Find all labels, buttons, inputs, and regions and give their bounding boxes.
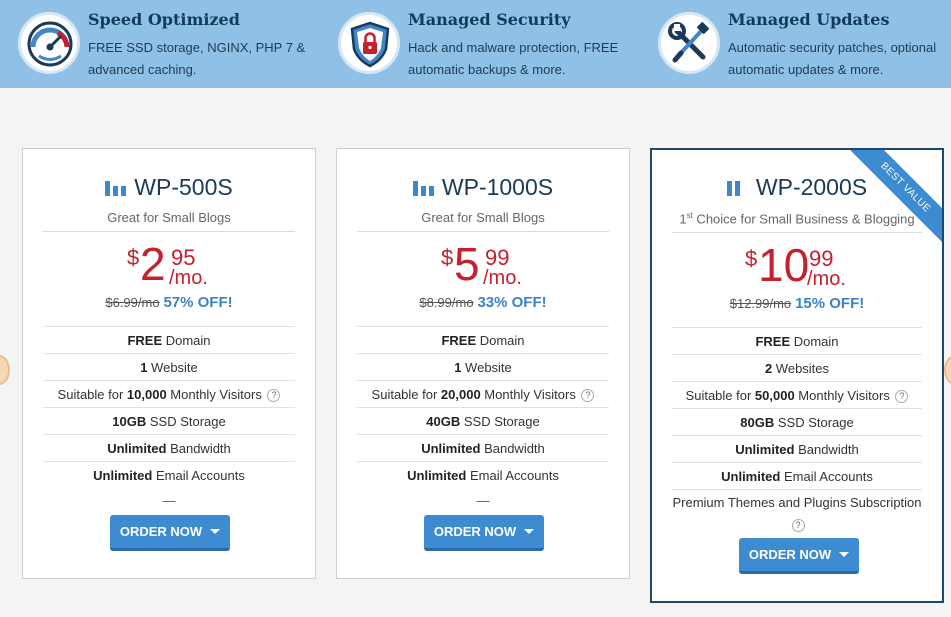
plan-card-wp-1000s: WP-1000S Great for Small Blogs $ 5 99 /m… xyxy=(336,148,630,579)
help-icon[interactable]: ? xyxy=(791,519,805,532)
plan-tagline: 1st Choice for Small Business & Blogging xyxy=(672,211,922,234)
plan-price: $ 10 99 /mo. xyxy=(652,240,942,294)
plan-price: $ 5 99 /mo. xyxy=(337,239,629,293)
discount-percent: 33% OFF! xyxy=(477,294,547,311)
feature-websites: 1 Website xyxy=(43,353,295,380)
plan-title: WP-1000S xyxy=(337,174,629,201)
price-currency: $ xyxy=(127,245,140,270)
price-currency: $ xyxy=(745,246,758,271)
bar-chart-icon xyxy=(105,181,127,196)
plan-discount: $12.99/mo 15% OFF! xyxy=(652,295,942,312)
discount-percent: 57% OFF! xyxy=(163,294,233,311)
plan-discount: $8.99/mo 33% OFF! xyxy=(337,294,629,311)
feature-description: Automatic security patches, optional aut… xyxy=(728,40,937,77)
feature-domain: FREE Domain xyxy=(672,327,922,354)
help-icon[interactable]: ? xyxy=(895,390,909,403)
features-banner: Speed Optimized FREE SSD storage, NGINX,… xyxy=(0,0,951,88)
wrench-screwdriver-icon xyxy=(658,12,720,74)
plan-name: WP-1000S xyxy=(441,174,554,200)
feature-websites: 1 Website xyxy=(357,353,609,380)
plan-tagline: Great for Small Blogs xyxy=(43,210,295,232)
feature-email: Unlimited Email Accounts xyxy=(357,461,609,488)
bar-chart-icon xyxy=(726,181,748,196)
feature-domain: FREE Domain xyxy=(43,326,295,353)
feature-speed: Speed Optimized FREE SSD storage, NGINX,… xyxy=(18,10,318,80)
carousel-next-arrow[interactable] xyxy=(944,355,951,385)
old-price: $8.99/mo xyxy=(419,295,474,310)
feature-title: Speed Optimized xyxy=(88,10,240,29)
feature-email: Unlimited Email Accounts xyxy=(672,462,922,489)
feature-description: Hack and malware protection, FREE automa… xyxy=(408,40,619,77)
feature-storage: 10GB SSD Storage xyxy=(43,407,295,434)
plan-discount: $6.99/mo 57% OFF! xyxy=(23,294,315,311)
help-icon[interactable]: ? xyxy=(581,389,595,402)
price-currency: $ xyxy=(441,245,454,270)
plan-name: WP-500S xyxy=(134,174,233,200)
discount-percent: 15% OFF! xyxy=(795,295,865,312)
bar-chart-icon xyxy=(412,181,434,196)
plan-card-wp-500s: WP-500S Great for Small Blogs $ 2 95 /mo… xyxy=(22,148,316,579)
feature-bandwidth: Unlimited Bandwidth xyxy=(43,434,295,461)
plan-name: WP-2000S xyxy=(755,174,868,200)
feature-security: Managed Security Hack and malware protec… xyxy=(338,10,638,80)
price-period: /mo. xyxy=(807,268,846,290)
feature-storage: 40GB SSD Storage xyxy=(357,407,609,434)
price-dollars: 5 xyxy=(454,238,480,290)
old-price: $12.99/mo xyxy=(729,296,792,311)
feature-websites: 2 Websites xyxy=(672,354,922,381)
feature-email: Unlimited Email Accounts xyxy=(43,461,295,488)
plan-tagline: Great for Small Blogs xyxy=(357,210,609,232)
order-now-button[interactable]: ORDER NOW xyxy=(739,538,859,574)
feature-bandwidth: Unlimited Bandwidth xyxy=(672,435,922,462)
plan-extra: — xyxy=(476,493,490,508)
plan-features: FREE Domain 2 Websites Suitable for 50,0… xyxy=(672,327,922,535)
price-dollars: 2 xyxy=(140,238,166,290)
help-icon[interactable]: ? xyxy=(267,389,281,402)
feature-title: Managed Security xyxy=(408,10,571,29)
order-now-button[interactable]: ORDER NOW xyxy=(110,515,230,551)
order-now-button[interactable]: ORDER NOW xyxy=(424,515,544,551)
feature-bandwidth: Unlimited Bandwidth xyxy=(357,434,609,461)
feature-premium-themes: Premium Themes and Plugins Subscription … xyxy=(672,489,922,535)
price-period: /mo. xyxy=(169,267,208,289)
caret-down-icon xyxy=(524,529,535,534)
speedometer-icon xyxy=(18,12,80,74)
plan-card-wp-2000s: BEST VALUE WP-2000S 1st Choice for Small… xyxy=(650,148,944,603)
feature-visitors: Suitable for 50,000 Monthly Visitors ? xyxy=(672,381,922,408)
caret-down-icon xyxy=(839,552,850,557)
feature-visitors: Suitable for 20,000 Monthly Visitors ? xyxy=(357,380,609,407)
plan-title: WP-2000S xyxy=(652,174,942,201)
feature-description: FREE SSD storage, NGINX, PHP 7 & advance… xyxy=(88,40,306,77)
feature-storage: 80GB SSD Storage xyxy=(672,408,922,435)
feature-updates: Managed Updates Automatic security patch… xyxy=(658,10,951,80)
plan-extra: — xyxy=(162,493,176,508)
caret-down-icon xyxy=(210,529,221,534)
old-price: $6.99/mo xyxy=(105,295,160,310)
plan-features: FREE Domain 1 Website Suitable for 20,00… xyxy=(357,326,609,488)
carousel-prev-arrow[interactable] xyxy=(0,355,10,385)
plan-price: $ 2 95 /mo. xyxy=(23,239,315,293)
plan-title: WP-500S xyxy=(23,174,315,201)
feature-visitors: Suitable for 10,000 Monthly Visitors ? xyxy=(43,380,295,407)
price-dollars: 10 xyxy=(758,239,810,291)
price-period: /mo. xyxy=(483,267,522,289)
feature-title: Managed Updates xyxy=(728,10,890,29)
shield-lock-icon xyxy=(338,12,400,74)
feature-domain: FREE Domain xyxy=(357,326,609,353)
plan-features: FREE Domain 1 Website Suitable for 10,00… xyxy=(43,326,295,488)
